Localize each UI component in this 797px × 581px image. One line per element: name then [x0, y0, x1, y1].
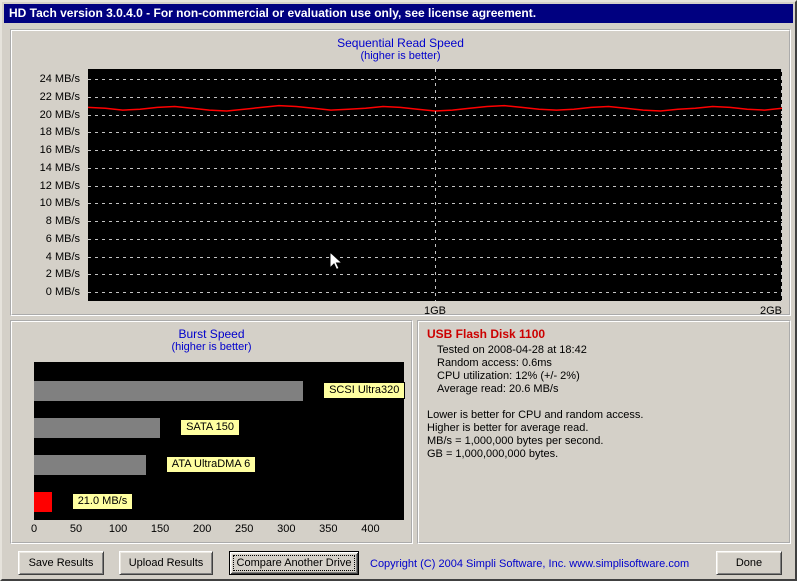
burst-bar — [34, 381, 304, 401]
note-line-3: MB/s = 1,000,000 bytes per second. — [427, 435, 604, 447]
save-results-button[interactable]: Save Results — [18, 551, 104, 575]
tested-on-line: Tested on 2008-04-28 at 18:42 — [437, 344, 587, 356]
note-line-2: Higher is better for average read. — [427, 422, 589, 434]
read-chart-x-axis: 1GB 2GB — [88, 305, 782, 319]
burst-x-tick-label: 350 — [319, 523, 338, 535]
read-y-tick-label: 20 MB/s — [39, 108, 80, 121]
burst-bar — [34, 418, 161, 438]
cpu-utilization-line: CPU utilization: 12% (+/- 2%) — [437, 370, 580, 382]
read-vertical-gridline — [435, 69, 436, 301]
read-chart-plot — [88, 69, 782, 301]
burst-x-tick-label: 0 — [30, 523, 38, 535]
read-y-tick-label: 18 MB/s — [39, 126, 80, 139]
burst-chart-x-axis: 0 50 100 150 200 250 300 350 400 — [30, 523, 404, 537]
hd-tach-window: HD Tach version 3.0.4.0 - For non-commer… — [0, 0, 797, 581]
read-x-tick-label: 1GB — [423, 305, 447, 317]
copyright-text: Copyright (C) 2004 Simpli Software, Inc.… — [370, 558, 690, 570]
read-y-tick-label: 8 MB/s — [45, 215, 80, 227]
read-y-tick-label: 6 MB/s — [45, 232, 80, 245]
read-y-tick-label: 10 MB/s — [39, 197, 80, 210]
note-line-1: Lower is better for CPU and random acces… — [427, 409, 644, 421]
done-button[interactable]: Done — [716, 551, 782, 575]
window-title: HD Tach version 3.0.4.0 - For non-commer… — [9, 6, 537, 20]
results-panel: USB Flash Disk 1100 Tested on 2008-04-28… — [417, 320, 791, 544]
burst-x-tick-label: 200 — [193, 523, 212, 535]
read-y-tick-label: 0 MB/s — [45, 286, 80, 298]
notes-block: Lower is better for CPU and random acces… — [427, 409, 781, 461]
mouse-cursor — [329, 251, 343, 271]
read-y-tick-label: 12 MB/s — [39, 179, 80, 192]
burst-chart-plot: SCSI Ultra320 SATA 150 ATA UltraDMA 6 21.0 … — [34, 362, 406, 520]
burst-x-tick-label: 100 — [108, 523, 128, 535]
burst-speed-panel: Burst Speed (higher is better) SCSI Ultr… — [10, 320, 413, 544]
sequential-read-panel: Sequential Read Speed (higher is better)… — [10, 29, 791, 319]
read-y-tick-label: 16 MB/s — [39, 144, 80, 156]
burst-x-tick-label: 250 — [235, 523, 254, 535]
burst-x-tick-label: 300 — [277, 523, 296, 535]
burst-bar — [34, 455, 146, 475]
read-y-tick-label: 4 MB/s — [45, 250, 80, 263]
read-chart-y-axis: 24 MB/s 22 MB/s 20 MB/s 18 MB/s 16 MB/s 14 MB… — [12, 69, 84, 301]
burst-x-tick-label: 150 — [150, 523, 170, 535]
random-access-line: Random access: 0.6ms — [437, 357, 552, 369]
burst-x-tick-label: 50 — [69, 523, 83, 535]
read-y-tick-label: 22 MB/s — [39, 90, 80, 103]
read-vertical-gridline — [781, 69, 782, 301]
burst-bar-label: SATA 150 — [180, 419, 240, 436]
burst-chart-title: Burst Speed — [178, 327, 245, 341]
average-read-line: Average read: 20.6 MB/s — [437, 383, 559, 395]
note-line-4: GB = 1,000,000,000 bytes. — [427, 448, 559, 460]
burst-bar-label: 21.0 MB/s — [71, 493, 134, 510]
compare-another-drive-button[interactable]: Compare Another Drive — [229, 551, 359, 575]
read-chart-subtitle: (higher is better) — [360, 50, 441, 62]
read-y-tick-label: 2 MB/s — [45, 268, 80, 281]
burst-chart-subtitle: (higher is better) — [171, 341, 252, 353]
read-x-tick-label: 2GB — [759, 305, 782, 317]
upload-results-button[interactable]: Upload Results — [119, 551, 213, 575]
burst-bar-label: SCSI Ultra320 — [323, 382, 406, 399]
read-y-tick-label: 14 MB/s — [39, 161, 80, 174]
burst-bar-label: ATA UltraDMA 6 — [165, 456, 257, 473]
drive-name: USB Flash Disk 1100 — [427, 327, 546, 341]
burst-x-tick-label: 400 — [361, 523, 380, 535]
read-y-tick-label: 24 MB/s — [39, 73, 80, 85]
title-bar[interactable]: HD Tach version 3.0.4.0 - For non-commer… — [4, 4, 793, 23]
burst-bar — [34, 492, 52, 512]
read-chart-title: Sequential Read Speed — [337, 36, 464, 50]
